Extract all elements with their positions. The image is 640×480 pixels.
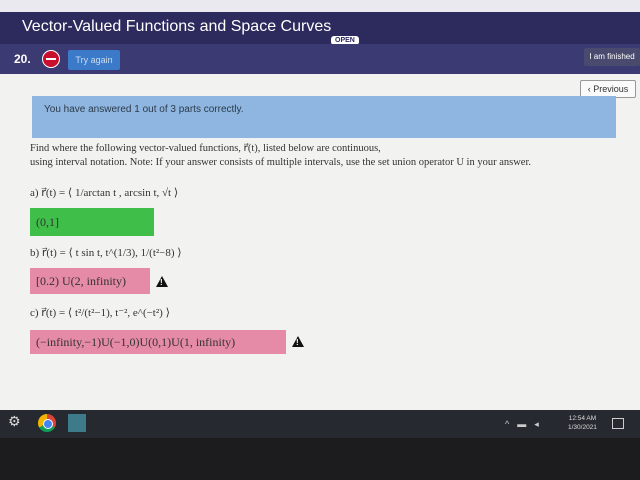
- part-a-label: a) r⃗(t) = ⟨ 1/arctan t , arcsin t, √t ⟩: [30, 187, 179, 199]
- prompt-line-2: using interval notation. Note: If your a…: [30, 157, 531, 168]
- network-icon[interactable]: ▬: [517, 419, 526, 430]
- app-icon[interactable]: [68, 414, 86, 432]
- clock-date: 1/30/2021: [568, 424, 597, 431]
- part-c-answer-field[interactable]: (−infinity,−1)U(−1,0)U(0,1)U(1, infinity…: [30, 330, 286, 354]
- part-b-label: b) r⃗(t) = ⟨ t sin t, t^(1/3), 1/(t²−8) …: [30, 247, 182, 259]
- finished-button[interactable]: I am finished: [584, 48, 640, 66]
- chrome-icon[interactable]: [38, 414, 56, 432]
- prompt-line-1: Find where the following vector-valued f…: [30, 143, 381, 154]
- settings-icon[interactable]: ⚙: [8, 414, 21, 430]
- volume-icon[interactable]: ◂: [534, 419, 539, 430]
- incorrect-icon: [42, 50, 60, 68]
- clock-time: 12:54 AM: [568, 415, 597, 422]
- page-title: Vector-Valued Functions and Space Curves: [22, 18, 332, 35]
- try-again-button[interactable]: Try again: [68, 50, 120, 70]
- chevron-up-icon[interactable]: ^: [505, 419, 509, 430]
- question-prompt: Find where the following vector-valued f…: [30, 142, 620, 170]
- result-alert: [32, 96, 616, 138]
- warning-icon[interactable]: [156, 276, 168, 287]
- browser-tab-strip: [0, 0, 640, 12]
- part-b-answer-field[interactable]: [0.2) U(2, infinity): [30, 268, 150, 294]
- warning-icon[interactable]: [292, 336, 304, 347]
- os-taskbar: [0, 410, 640, 438]
- taskbar-clock[interactable]: 12:54 AM 1/30/2021: [568, 414, 597, 432]
- question-number: 20.: [14, 52, 31, 66]
- result-alert-text: You have answered 1 out of 3 parts corre…: [44, 104, 244, 115]
- part-a-answer-field[interactable]: (0,1]: [30, 208, 154, 236]
- part-c-label: c) r⃗(t) = ⟨ t²/(t²−1), t⁻², e^(−t²) ⟩: [30, 307, 170, 319]
- notification-icon[interactable]: [612, 418, 624, 429]
- system-tray: ^ ▬ ◂: [505, 419, 539, 430]
